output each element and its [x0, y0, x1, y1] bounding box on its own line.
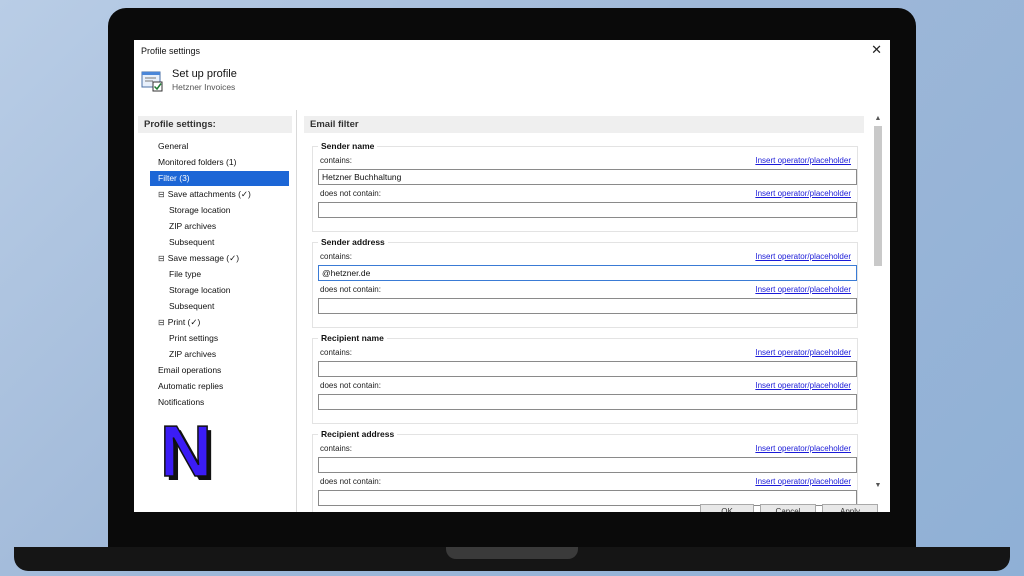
sender-address-contains-input[interactable]: @hetzner.de: [318, 265, 857, 281]
not-contains-label: does not contain:: [320, 189, 381, 198]
profile-settings-icon: [141, 71, 163, 92]
scroll-up-icon[interactable]: ▲: [872, 114, 884, 124]
tree-item-automatic-replies[interactable]: Automatic replies: [158, 379, 223, 394]
scroll-down-icon[interactable]: ▼: [872, 481, 884, 491]
insert-operator-link[interactable]: Insert operator/placeholder: [755, 381, 851, 390]
tree-item-zip-archives-print[interactable]: ZIP archives: [169, 347, 216, 362]
not-contains-label: does not contain:: [320, 285, 381, 294]
contains-label: contains:: [320, 348, 353, 357]
collapse-icon[interactable]: ⊟: [158, 190, 165, 199]
sender-name-contains-input[interactable]: Hetzner Buchhaltung: [318, 169, 857, 185]
insert-operator-link[interactable]: Insert operator/placeholder: [755, 477, 851, 486]
vertical-scrollbar[interactable]: ▲ ▼: [872, 112, 884, 492]
profile-settings-window: Profile settings ✕ Set up profile Hetzne…: [134, 40, 890, 512]
panel-divider: [296, 110, 297, 512]
tree-item-save-attachments[interactable]: ⊟ Save attachments (✓): [158, 187, 251, 202]
recipient-address-group: Recipient address contains: Insert opera…: [312, 429, 858, 512]
sender-name-group: Sender name contains: Insert operator/pl…: [312, 141, 858, 232]
contains-label: contains:: [320, 444, 353, 453]
ok-button[interactable]: OK: [700, 504, 754, 512]
sender-name-not-contains-input[interactable]: [318, 202, 857, 218]
group-title: Sender address: [318, 237, 388, 247]
insert-operator-link[interactable]: Insert operator/placeholder: [755, 156, 851, 165]
logo-letter: N: [160, 420, 212, 486]
collapse-icon[interactable]: ⊟: [158, 254, 165, 263]
tree-item-general[interactable]: General: [158, 139, 188, 154]
group-title: Sender name: [318, 141, 378, 151]
tree-item-filter[interactable]: Filter (3): [150, 171, 289, 186]
tree-item-notifications[interactable]: Notifications: [158, 395, 204, 410]
tree-item-print-settings[interactable]: Print settings: [169, 331, 218, 346]
email-filter-panel: Email filter Sender name contains: Inser…: [300, 110, 874, 512]
apply-button[interactable]: Apply: [822, 504, 878, 512]
insert-operator-link[interactable]: Insert operator/placeholder: [755, 189, 851, 198]
tree-item-subsequent[interactable]: Subsequent: [169, 235, 214, 250]
brand-logo: N N: [159, 420, 216, 486]
tree-item-label: Save message (✓): [167, 253, 240, 263]
header-title: Set up profile: [172, 68, 237, 80]
close-icon[interactable]: ✕: [871, 42, 882, 58]
insert-operator-link[interactable]: Insert operator/placeholder: [755, 252, 851, 261]
scroll-thumb[interactable]: [874, 126, 882, 266]
tree-item-zip-archives[interactable]: ZIP archives: [169, 219, 216, 234]
insert-operator-link[interactable]: Insert operator/placeholder: [755, 444, 851, 453]
not-contains-label: does not contain:: [320, 477, 381, 486]
insert-operator-link[interactable]: Insert operator/placeholder: [755, 285, 851, 294]
contains-label: contains:: [320, 156, 353, 165]
tree-item-save-message[interactable]: ⊟ Save message (✓): [158, 251, 239, 266]
insert-operator-link[interactable]: Insert operator/placeholder: [755, 348, 851, 357]
header-subtitle: Hetzner Invoices: [172, 82, 236, 92]
group-title: Recipient address: [318, 429, 398, 439]
tree-item-label: Print (✓): [167, 317, 201, 327]
tree-item-subsequent-msg[interactable]: Subsequent: [169, 299, 214, 314]
tree-item-storage-location[interactable]: Storage location: [169, 203, 230, 218]
not-contains-label: does not contain:: [320, 381, 381, 390]
tree-item-monitored-folders[interactable]: Monitored folders (1): [158, 155, 236, 170]
tree-item-print[interactable]: ⊟ Print (✓): [158, 315, 200, 330]
laptop-notch: [446, 547, 578, 559]
contains-label: contains:: [320, 252, 353, 261]
tree-item-storage-location-msg[interactable]: Storage location: [169, 283, 230, 298]
window-title: Profile settings: [141, 46, 201, 56]
group-title: Recipient name: [318, 333, 387, 343]
email-filter-heading: Email filter: [304, 116, 864, 133]
cancel-button[interactable]: Cancel: [760, 504, 816, 512]
sender-address-not-contains-input[interactable]: [318, 298, 857, 314]
recipient-name-not-contains-input[interactable]: [318, 394, 857, 410]
tree-item-label: Save attachments (✓): [167, 189, 251, 199]
recipient-address-contains-input[interactable]: [318, 457, 857, 473]
collapse-icon[interactable]: ⊟: [158, 318, 165, 327]
tree-item-email-operations[interactable]: Email operations: [158, 363, 221, 378]
recipient-name-contains-input[interactable]: [318, 361, 857, 377]
sender-address-group: Sender address contains: Insert operator…: [312, 237, 858, 328]
tree-item-file-type[interactable]: File type: [169, 267, 201, 282]
recipient-name-group: Recipient name contains: Insert operator…: [312, 333, 858, 424]
sidebar-heading: Profile settings:: [138, 116, 292, 133]
